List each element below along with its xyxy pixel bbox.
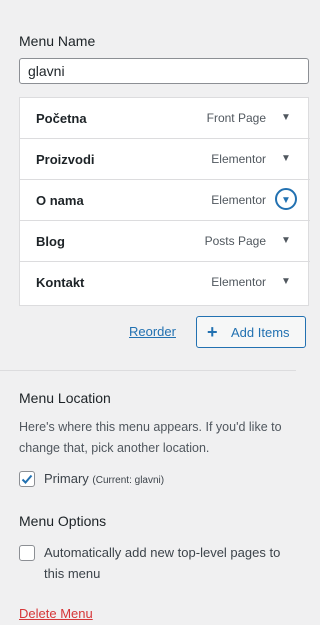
add-items-label: Add Items bbox=[231, 325, 290, 340]
menu-options-heading: Menu Options bbox=[19, 513, 107, 529]
menu-item-type: Front Page bbox=[206, 111, 266, 125]
auto-add-text: Automatically add new top-level pages to bbox=[44, 545, 281, 560]
section-divider bbox=[0, 370, 296, 371]
primary-label-text: Primary bbox=[44, 471, 89, 486]
auto-add-text: this menu bbox=[44, 566, 101, 581]
checkmark-icon bbox=[21, 474, 33, 484]
menu-item-o-nama[interactable]: O nama Elementor ▼ bbox=[20, 180, 310, 221]
add-items-button[interactable]: + Add Items bbox=[196, 316, 306, 348]
menu-item-title: Blog bbox=[36, 234, 65, 249]
chevron-down-icon[interactable]: ▼ bbox=[276, 108, 296, 128]
primary-label: Primary (Current: glavni) bbox=[44, 468, 164, 491]
menu-item-blog[interactable]: Blog Posts Page ▼ bbox=[20, 221, 310, 262]
reorder-link[interactable]: Reorder bbox=[129, 324, 176, 339]
chevron-down-icon[interactable]: ▼ bbox=[275, 188, 297, 210]
primary-current-text: (Current: glavni) bbox=[92, 475, 165, 486]
description-line: Here's where this menu appears. If you'd… bbox=[19, 420, 282, 434]
menu-item-title: Proizvodi bbox=[36, 152, 95, 167]
menu-location-description: Here's where this menu appears. If you'd… bbox=[19, 417, 309, 459]
description-line: change that, pick another location. bbox=[19, 441, 210, 455]
chevron-down-icon[interactable]: ▼ bbox=[276, 272, 296, 292]
delete-menu-link[interactable]: Delete Menu bbox=[19, 606, 93, 621]
menu-item-type: Elementor bbox=[211, 152, 266, 166]
menu-name-input[interactable] bbox=[19, 58, 309, 84]
menu-structure-section: Menu Name Početna Front Page ▼ Proizvodi… bbox=[0, 0, 310, 370]
primary-checkbox[interactable] bbox=[19, 471, 35, 487]
menu-location-heading: Menu Location bbox=[19, 390, 111, 406]
plus-icon: + bbox=[207, 322, 218, 342]
menu-item-pocetna[interactable]: Početna Front Page ▼ bbox=[20, 98, 310, 139]
menu-item-proizvodi[interactable]: Proizvodi Elementor ▼ bbox=[20, 139, 310, 180]
menu-name-label: Menu Name bbox=[19, 33, 96, 49]
chevron-down-icon[interactable]: ▼ bbox=[276, 231, 296, 251]
menu-items-list: Početna Front Page ▼ Proizvodi Elementor… bbox=[19, 97, 310, 306]
menu-item-type: Posts Page bbox=[204, 234, 266, 248]
auto-add-label: Automatically add new top-level pages to… bbox=[44, 542, 309, 584]
menu-item-title: Kontakt bbox=[36, 275, 85, 290]
menu-item-kontakt[interactable]: Kontakt Elementor ▼ bbox=[20, 262, 310, 303]
auto-add-checkbox[interactable] bbox=[19, 545, 35, 561]
menu-item-title: Početna bbox=[36, 111, 87, 126]
chevron-down-icon[interactable]: ▼ bbox=[276, 149, 296, 169]
menu-item-type: Elementor bbox=[211, 193, 266, 207]
menu-editor-panel: Menu Name Početna Front Page ▼ Proizvodi… bbox=[0, 0, 310, 625]
menu-item-title: O nama bbox=[36, 193, 84, 208]
menu-item-type: Elementor bbox=[211, 275, 266, 289]
